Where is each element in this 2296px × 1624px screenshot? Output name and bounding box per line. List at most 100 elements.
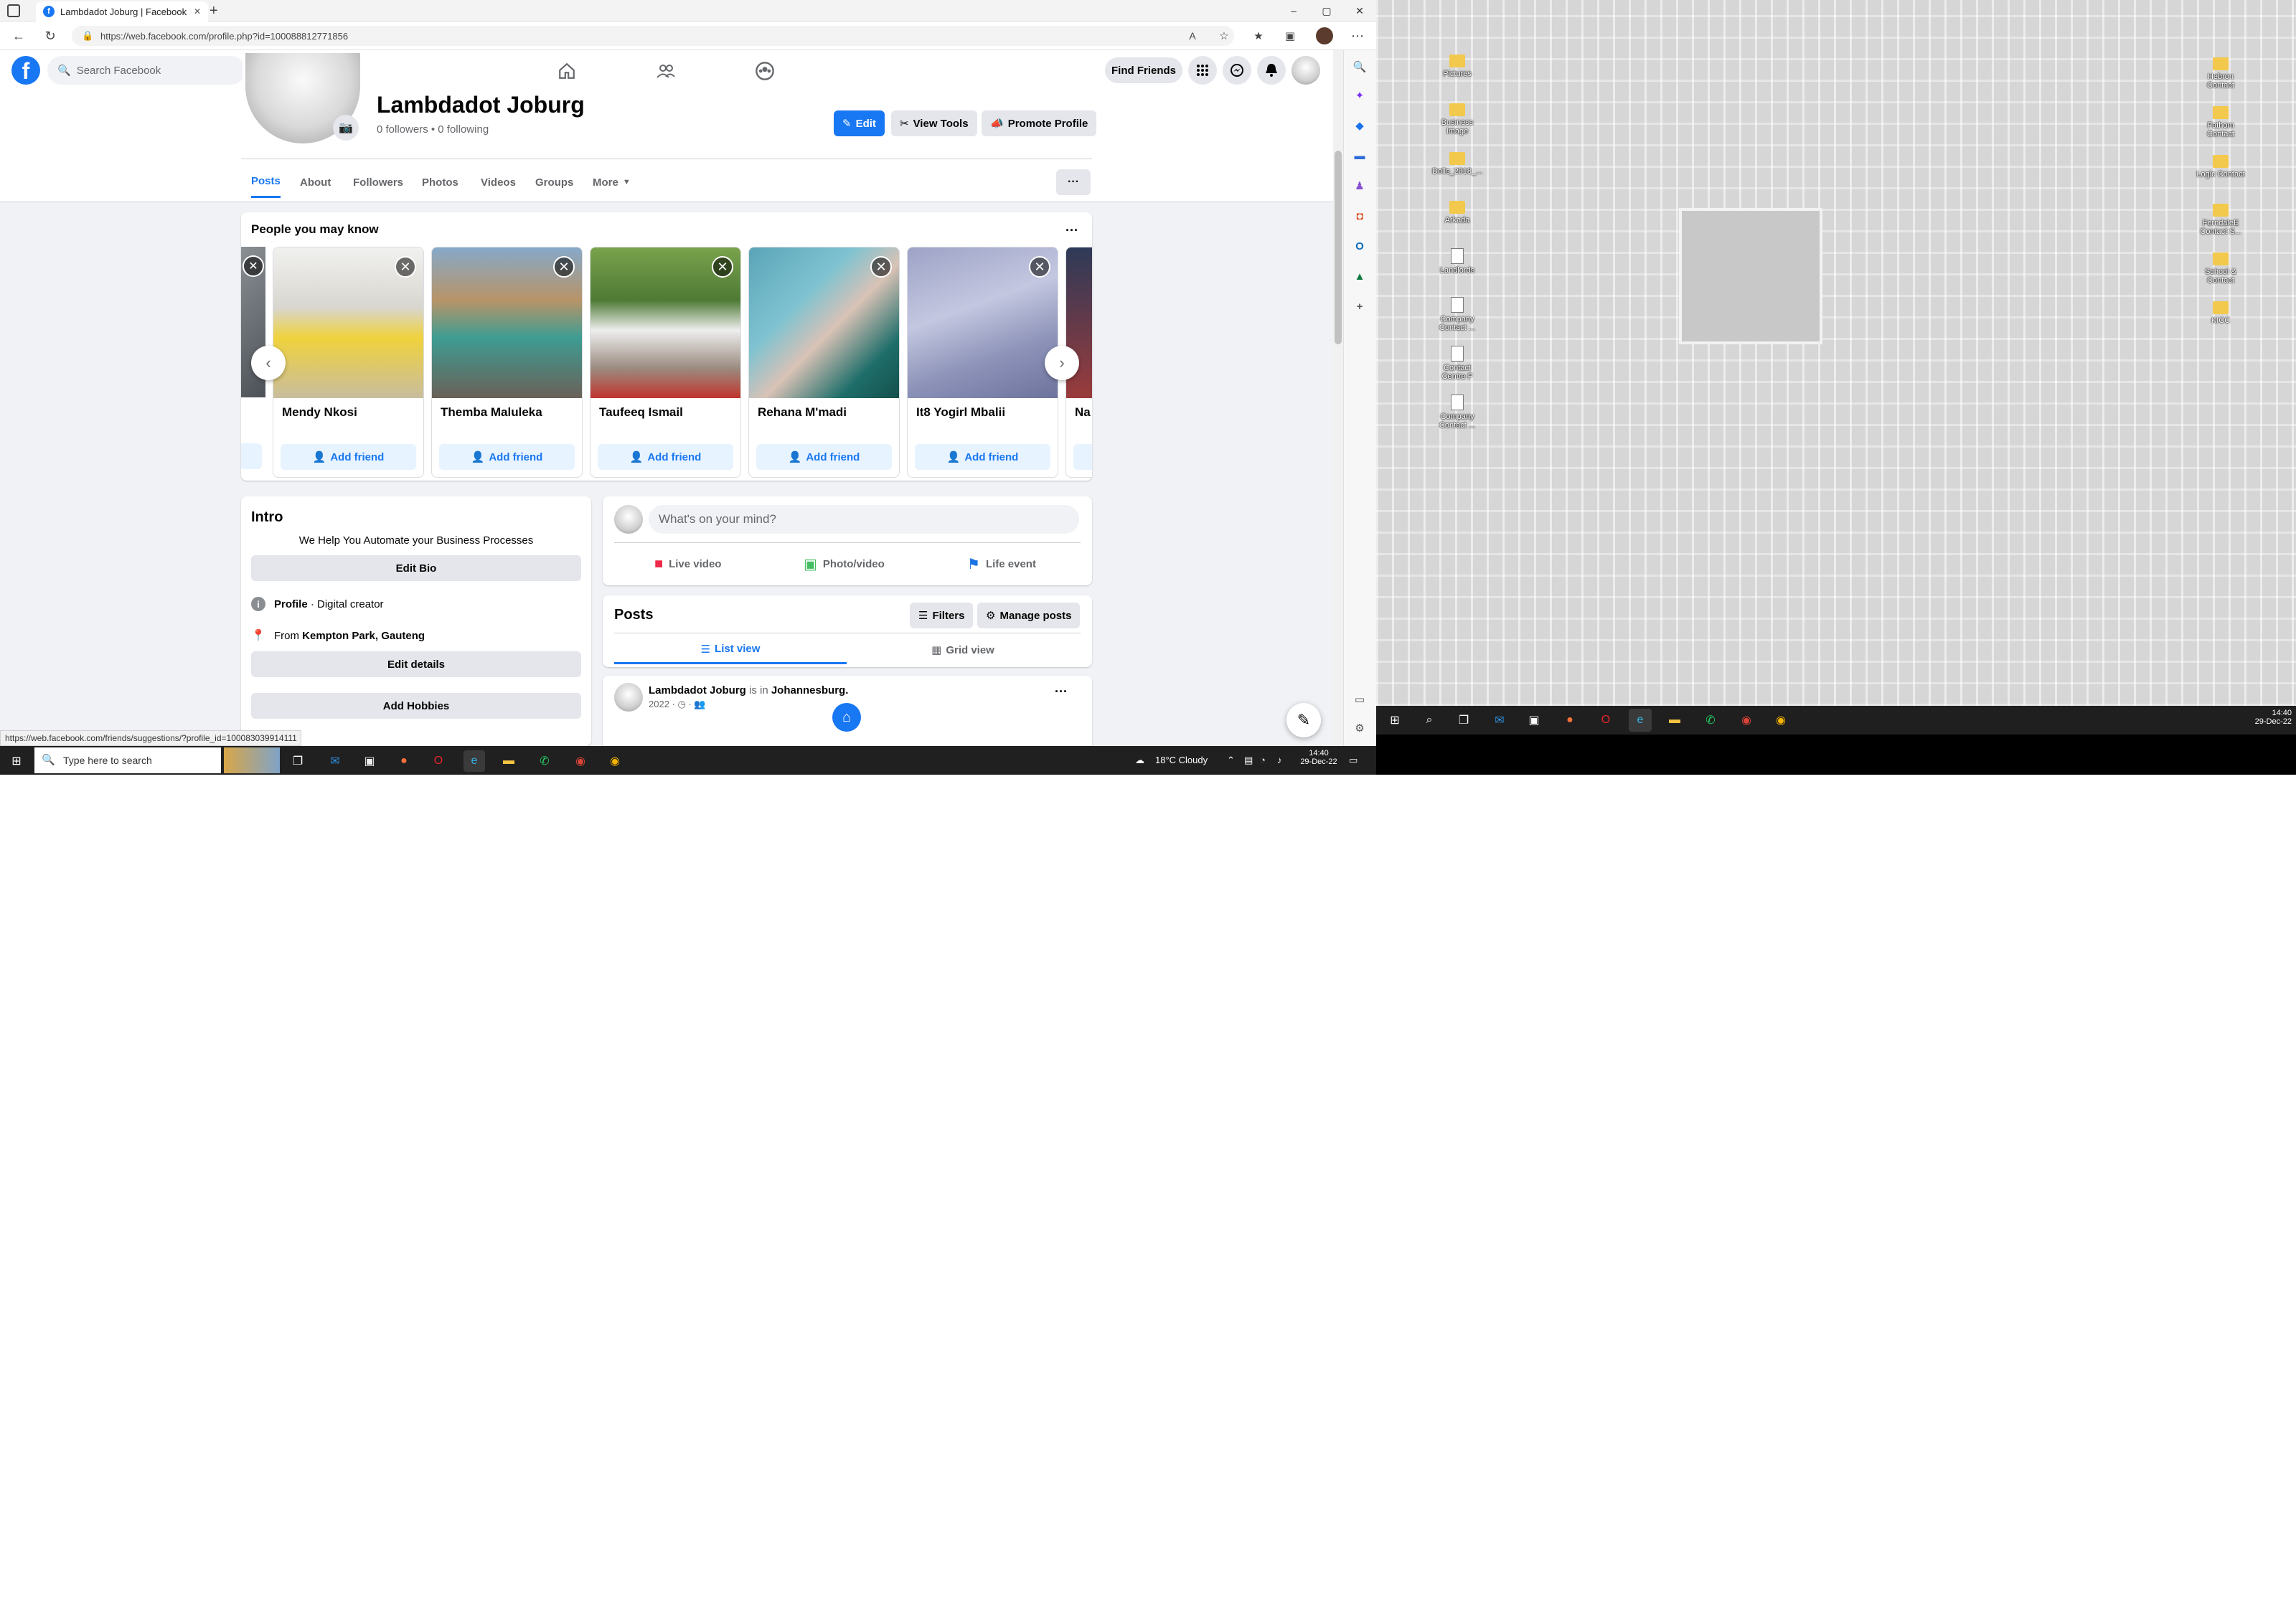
person-card[interactable]: ✕ It8 Yogirl Mbalii 👤 Add friend [907,247,1058,478]
browser-menu-icon[interactable]: ⋯ [1347,26,1368,46]
favorites-icon[interactable]: ★ [1248,26,1269,46]
address-bar[interactable]: https://web.facebook.com/profile.php?id=… [72,26,1234,46]
grid-view-tab[interactable]: ▦ Grid view [847,636,1079,664]
chrome-profile-icon[interactable]: ◉ [1769,709,1792,732]
carousel-next-icon[interactable]: › [1045,346,1079,380]
composer-avatar[interactable] [614,505,643,534]
filters-button[interactable]: ☰ Filters [910,603,974,628]
camera-icon[interactable]: 📷 [333,115,359,141]
dismiss-icon[interactable]: ✕ [1029,256,1050,278]
whatsapp-icon[interactable]: ✆ [534,750,555,772]
person-name[interactable]: Taufeeq Ismail [599,405,683,420]
desktop-icon[interactable]: Dolls_2018_... [1432,152,1482,176]
desktop-icon[interactable]: Contact Centre F [1432,346,1482,381]
chrome-icon[interactable]: ◉ [1735,709,1758,732]
home-nav-icon[interactable] [531,56,603,86]
tray-chevron-icon[interactable]: ⌃ [1227,755,1235,766]
desktop-icon[interactable]: Landlords [1432,248,1482,275]
weather-text[interactable]: 18°C Cloudy [1155,755,1208,765]
edge-icon[interactable]: e [464,750,485,772]
firefox-icon[interactable]: ● [1558,709,1581,732]
add-friend-button[interactable]: 👤 Add friend [756,444,892,470]
volume-icon[interactable]: ♪ [1277,755,1282,765]
tools-sidebar-icon[interactable]: ▬ [1349,145,1370,166]
task-view-icon[interactable]: ❐ [287,750,309,772]
dismiss-icon[interactable]: ✕ [553,256,575,278]
add-friend-button[interactable]: 👤 Add friend [281,444,416,470]
file-explorer-icon[interactable]: ▬ [498,750,519,772]
games-icon[interactable]: ♟ [1349,175,1370,197]
close-window-button[interactable]: ✕ [1343,0,1376,22]
post-author-name[interactable]: Lambdadot Joburg [649,684,746,697]
copilot-icon[interactable]: ✦ [1349,85,1370,106]
tab-more[interactable]: More ▼ [593,166,631,198]
notifications-bell-icon[interactable] [1257,56,1286,85]
person-card[interactable]: ✕ Mendy Nkosi 👤 Add friend [273,247,424,478]
dismiss-icon[interactable]: ✕ [395,256,416,278]
desktop-icon[interactable]: FerndaleE Contact S... [2196,204,2246,236]
outlook-icon[interactable]: O [1349,235,1370,257]
add-friend-button-partial[interactable] [241,443,262,469]
browser-tab-active[interactable]: f Lambdadot Joburg | Facebook ✕ [36,1,208,22]
desktop-icon[interactable]: Company Contact ... [1432,395,1482,430]
close-tab-icon[interactable]: ✕ [194,6,201,16]
profile-options-button[interactable]: ··· [1056,169,1091,195]
friends-nav-icon[interactable] [630,56,702,86]
drop-icon[interactable]: ▲ [1349,265,1370,287]
add-sidebar-icon[interactable]: + [1349,296,1370,317]
person-name[interactable]: Rehana M'madi [758,405,847,420]
facebook-logo-icon[interactable]: f [11,56,40,85]
opera-icon[interactable]: O [428,750,449,772]
network-icon[interactable]: ▤ [1244,755,1253,766]
post-options-icon[interactable]: ··· [1055,684,1068,699]
list-view-tab[interactable]: ☰ List view [614,636,847,664]
add-hobbies-button[interactable]: Add Hobbies [251,693,581,719]
hide-sidebar-icon[interactable]: ▭ [1349,689,1370,710]
chrome-profile-icon[interactable]: ◉ [604,750,626,772]
desktop-icon[interactable]: Hebron Contact [2196,57,2246,90]
collections-icon[interactable]: ▣ [1280,26,1300,46]
dismiss-icon[interactable]: ✕ [712,256,733,278]
person-name[interactable]: Themba Maluleka [441,405,542,420]
edit-bio-button[interactable]: Edit Bio [251,555,581,581]
desktop-icon[interactable]: KICC [2196,301,2246,325]
store-icon[interactable]: ▣ [359,750,380,772]
add-favorite-icon[interactable]: ☆ [1214,26,1234,46]
task-view-icon[interactable]: ❐ [1452,709,1475,732]
office-icon[interactable]: ◘ [1349,205,1370,227]
weather-icon[interactable]: ☁ [1135,755,1144,766]
clock[interactable]: 14:40 29-Dec-22 [1296,749,1342,766]
taskbar-search-input[interactable]: Type here to search [34,747,221,773]
life-event-button[interactable]: ⚑ Life event [967,551,1036,577]
add-friend-button[interactable]: 👤 Add friend [439,444,575,470]
back-arrow-icon[interactable]: ← [9,26,29,46]
sidebar-settings-icon[interactable]: ⚙ [1349,717,1370,739]
add-friend-button[interactable]: 👤 Add friend [915,444,1050,470]
whatsapp-icon[interactable]: ✆ [1699,709,1722,732]
browser-profile-avatar[interactable] [1316,27,1333,44]
minimize-button[interactable]: – [1277,0,1310,22]
edit-profile-button[interactable]: ✎ Edit [834,110,885,136]
tab-photos[interactable]: Photos [422,166,458,198]
facebook-search-input[interactable]: 🔍 Search Facebook [47,56,245,85]
post-place[interactable]: Johannesburg. [771,684,849,697]
tab-videos[interactable]: Videos [481,166,516,198]
add-friend-button-partial[interactable] [1073,444,1092,470]
tab-about[interactable]: About [300,166,331,198]
person-card[interactable]: ✕ Themba Maluleka 👤 Add friend [431,247,583,478]
maximize-button[interactable]: ▢ [1310,0,1343,22]
post-author-avatar[interactable] [614,683,643,712]
mail-icon[interactable]: ✉ [1488,709,1511,732]
store-icon[interactable]: ▣ [1523,709,1545,732]
post-date[interactable]: 2022 · ◷ · 👥 [649,699,706,710]
chrome-icon[interactable]: ◉ [570,750,591,772]
notification-center-icon[interactable]: ▭ [1349,755,1358,766]
person-card[interactable]: ✕ Rehana M'madi 👤 Add friend [748,247,900,478]
tab-followers[interactable]: Followers [353,166,403,198]
groups-nav-icon[interactable] [729,56,801,86]
manage-posts-button[interactable]: ⚙ Manage posts [977,603,1081,628]
add-friend-button[interactable]: 👤 Add friend [598,444,733,470]
intro-from-value[interactable]: Kempton Park, Gauteng [302,630,425,642]
mail-icon[interactable]: ✉ [324,750,346,772]
firefox-icon[interactable]: ● [393,750,415,772]
